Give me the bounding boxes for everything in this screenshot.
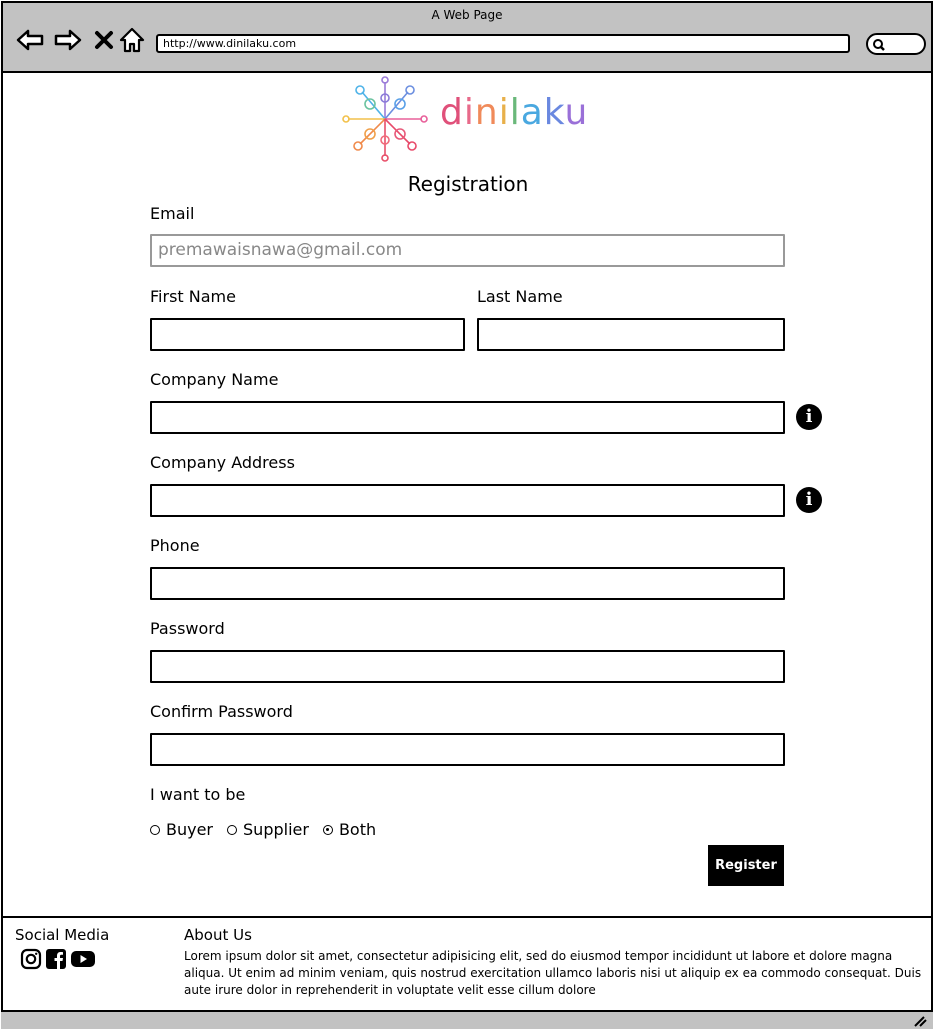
- first-name-label: First Name: [150, 287, 236, 306]
- close-icon[interactable]: [89, 25, 119, 55]
- role-radio-group: Buyer Supplier Both: [150, 820, 390, 839]
- search-icon: [873, 39, 885, 51]
- radio-both[interactable]: Both: [322, 820, 377, 839]
- page-title: Registration: [407, 172, 529, 196]
- email-label: Email: [150, 204, 195, 223]
- radio-supplier[interactable]: Supplier: [227, 820, 309, 839]
- phone-field[interactable]: [150, 567, 785, 600]
- about-us-text: Lorem ipsum dolor sit amet, consectetur …: [184, 949, 922, 997]
- radio-label: Supplier: [243, 820, 309, 839]
- password-field[interactable]: [150, 650, 785, 683]
- email-field[interactable]: premawaisnawa@gmail.com: [150, 234, 785, 267]
- search-field[interactable]: [866, 33, 926, 55]
- facebook-icon[interactable]: [45, 948, 67, 970]
- brand-name: dinilaku: [440, 92, 589, 133]
- confirm-password-label: Confirm Password: [150, 702, 293, 721]
- phone-label: Phone: [150, 536, 200, 555]
- instagram-icon[interactable]: [20, 948, 42, 970]
- role-label: I want to be: [150, 785, 246, 804]
- company-address-field[interactable]: [150, 484, 785, 517]
- status-bar: [1, 1010, 933, 1029]
- info-icon[interactable]: i: [796, 487, 822, 513]
- radio-buyer[interactable]: Buyer: [150, 820, 213, 839]
- browser-toolbar: A Web Page http://www.dinilaku.com: [1, 1, 933, 73]
- first-name-field[interactable]: [150, 318, 465, 351]
- confirm-password-field[interactable]: [150, 733, 785, 766]
- forward-arrow-icon[interactable]: [53, 25, 83, 55]
- back-arrow-icon[interactable]: [15, 25, 45, 55]
- social-icons: [20, 948, 96, 970]
- password-label: Password: [150, 619, 225, 638]
- social-media-title: Social Media: [15, 926, 110, 944]
- address-bar[interactable]: http://www.dinilaku.com: [156, 34, 850, 53]
- company-name-field[interactable]: [150, 401, 785, 434]
- radio-selected-icon: [322, 824, 333, 835]
- youtube-icon[interactable]: [70, 948, 96, 970]
- last-name-field[interactable]: [477, 318, 785, 351]
- company-name-label: Company Name: [150, 370, 279, 389]
- radio-label: Both: [338, 820, 377, 839]
- radio-label: Buyer: [166, 820, 214, 839]
- register-button[interactable]: Register: [708, 845, 784, 886]
- radio-icon: [227, 824, 238, 835]
- last-name-label: Last Name: [477, 287, 563, 306]
- brand-logo: dinilaku: [340, 74, 600, 164]
- home-icon[interactable]: [117, 25, 147, 55]
- info-icon[interactable]: i: [796, 404, 822, 430]
- window-title: A Web Page: [431, 8, 503, 22]
- about-us-title: About Us: [184, 926, 252, 944]
- footer-divider: [1, 916, 933, 918]
- company-address-label: Company Address: [150, 453, 295, 472]
- radio-icon: [150, 824, 160, 835]
- resize-grip-icon[interactable]: [913, 1015, 927, 1027]
- logo-flower-icon: [342, 76, 428, 162]
